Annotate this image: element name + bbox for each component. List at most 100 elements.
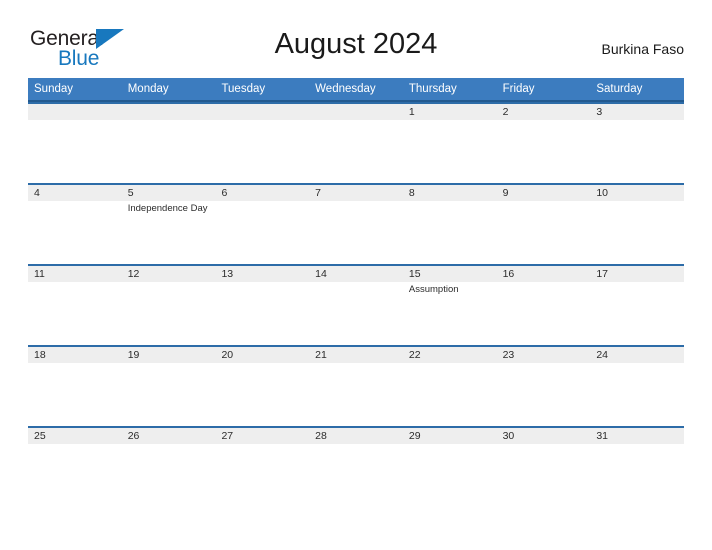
day-cell[interactable]: 28 xyxy=(309,426,403,507)
day-event xyxy=(28,200,122,203)
calendar-week-row: 25 26 27 28 29 30 31 xyxy=(28,426,685,507)
day-event xyxy=(122,106,216,109)
day-cell[interactable]: 17 xyxy=(590,264,685,345)
day-cell[interactable]: 5 Independence Day xyxy=(121,183,216,264)
day-event xyxy=(590,119,684,122)
day-event xyxy=(590,443,684,446)
day-event xyxy=(215,200,309,203)
weekday-header-tuesday: Tuesday xyxy=(221,83,266,95)
day-number: 19 xyxy=(127,349,140,361)
day-cell[interactable]: 22 xyxy=(402,345,497,426)
day-number: 8 xyxy=(408,187,415,199)
day-event xyxy=(590,362,684,365)
day-number: 1 xyxy=(408,106,415,118)
day-number: 5 xyxy=(127,187,134,199)
day-number: 26 xyxy=(127,430,140,442)
day-number: 27 xyxy=(221,430,234,442)
day-number: 23 xyxy=(502,349,515,361)
day-cell[interactable]: 23 xyxy=(496,345,591,426)
day-event xyxy=(28,443,122,446)
day-cell[interactable]: 7 xyxy=(309,183,403,264)
day-cell[interactable]: 18 xyxy=(28,345,122,426)
weekday-header-thursday: Thursday xyxy=(408,83,457,95)
day-cell[interactable]: 3 xyxy=(590,102,685,183)
day-cell[interactable]: 6 xyxy=(215,183,310,264)
day-number: 30 xyxy=(502,430,515,442)
day-number: 10 xyxy=(596,187,608,199)
day-event: Assumption xyxy=(408,284,459,295)
day-event xyxy=(122,362,216,365)
calendar-week-row: 18 19 20 21 22 23 24 xyxy=(28,345,685,426)
day-event xyxy=(497,119,591,122)
day-cell[interactable] xyxy=(28,102,122,183)
day-cell[interactable]: 24 xyxy=(590,345,685,426)
day-number: 4 xyxy=(34,187,40,199)
day-cell[interactable]: 16 xyxy=(496,264,591,345)
day-number: 20 xyxy=(221,349,234,361)
day-cell[interactable]: 15 Assumption xyxy=(402,264,497,345)
day-cell[interactable]: 13 xyxy=(215,264,310,345)
day-cell[interactable]: 26 xyxy=(121,426,216,507)
calendar-week-row: 11 12 13 14 15 Assumption 16 17 xyxy=(28,264,685,345)
day-number: 14 xyxy=(315,268,327,280)
day-cell[interactable]: 10 xyxy=(590,183,685,264)
day-number: 3 xyxy=(596,106,603,118)
day-cell[interactable]: 21 xyxy=(309,345,403,426)
day-number: 21 xyxy=(315,349,327,361)
calendar-week-row: 1 2 3 xyxy=(28,102,685,183)
day-cell[interactable]: 9 xyxy=(496,183,591,264)
day-event xyxy=(28,362,122,365)
day-number: 13 xyxy=(221,268,234,280)
day-cell[interactable]: 19 xyxy=(121,345,216,426)
calendar-page: General Blue August 2024 Burkina Faso Su… xyxy=(0,0,712,550)
day-event xyxy=(309,281,403,284)
day-cell[interactable]: 11 xyxy=(28,264,122,345)
day-event xyxy=(122,281,216,284)
day-event xyxy=(215,106,309,109)
day-cell[interactable]: 8 xyxy=(402,183,497,264)
day-event xyxy=(309,200,403,203)
day-event xyxy=(309,362,403,365)
day-cell[interactable]: 29 xyxy=(402,426,497,507)
weekday-header-monday: Monday xyxy=(127,83,169,95)
day-cell[interactable] xyxy=(309,102,403,183)
day-number: 16 xyxy=(502,268,515,280)
day-cell[interactable]: 1 xyxy=(402,102,497,183)
day-event xyxy=(590,200,684,203)
day-number: 31 xyxy=(596,430,608,442)
country-label: Burkina Faso xyxy=(601,41,684,57)
day-event xyxy=(403,119,497,122)
day-event xyxy=(215,443,309,446)
day-number: 6 xyxy=(221,187,228,199)
day-cell[interactable]: 30 xyxy=(496,426,591,507)
day-cell[interactable] xyxy=(215,102,310,183)
day-cell[interactable] xyxy=(121,102,216,183)
day-event xyxy=(309,106,403,109)
day-event xyxy=(309,443,403,446)
calendar-week-row: 4 5 Independence Day 6 7 8 9 10 xyxy=(28,183,685,264)
day-number: 12 xyxy=(127,268,140,280)
day-cell[interactable]: 27 xyxy=(215,426,310,507)
day-cell[interactable]: 20 xyxy=(215,345,310,426)
day-cell[interactable]: 4 xyxy=(28,183,122,264)
day-number: 29 xyxy=(408,430,421,442)
day-number: 28 xyxy=(315,430,327,442)
day-cell[interactable]: 14 xyxy=(309,264,403,345)
weekday-header-saturday: Saturday xyxy=(596,83,643,95)
weekday-header-row: Sunday Monday Tuesday Wednesday Thursday… xyxy=(28,78,684,102)
weekday-header-wednesday: Wednesday xyxy=(315,83,376,95)
day-number: 11 xyxy=(34,268,45,280)
day-cell[interactable]: 31 xyxy=(590,426,685,507)
day-event xyxy=(215,281,309,284)
day-cell[interactable]: 12 xyxy=(121,264,216,345)
weekday-header-sunday: Sunday xyxy=(34,83,74,95)
day-event xyxy=(497,362,591,365)
day-event xyxy=(122,443,216,446)
day-event xyxy=(403,200,497,203)
day-cell[interactable]: 2 xyxy=(496,102,591,183)
day-number: 18 xyxy=(34,349,46,361)
day-number: 25 xyxy=(34,430,46,442)
day-number: 9 xyxy=(502,187,509,199)
day-cell[interactable]: 25 xyxy=(28,426,122,507)
day-event: Independence Day xyxy=(127,203,208,214)
